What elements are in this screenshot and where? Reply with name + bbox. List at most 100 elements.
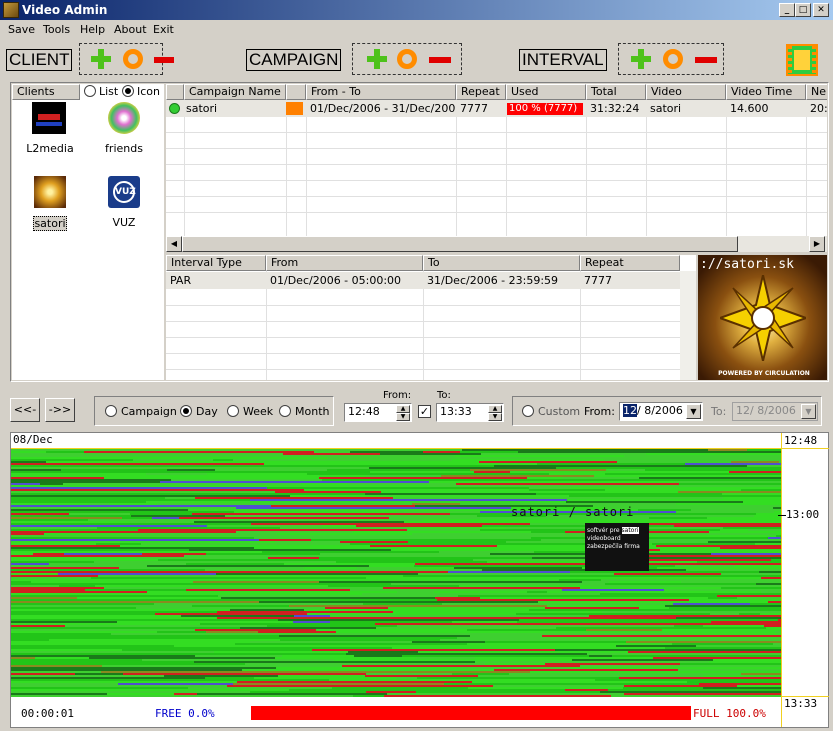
col-total[interactable]: Total	[586, 84, 646, 100]
table-row[interactable]: satori 01/Dec/2006 - 31/Dec/2006 7777 10…	[166, 100, 827, 117]
timeline-stripe	[11, 613, 155, 615]
col-video-time[interactable]: Video Time	[726, 84, 806, 100]
custom-range-radio[interactable]	[522, 405, 534, 417]
timeline-stripe	[506, 633, 669, 635]
table-row[interactable]: PAR 01/Dec/2006 - 05:00:00 31/Dec/2006 -…	[166, 272, 680, 289]
timeline-stripe	[11, 607, 136, 609]
timeline-stripe	[69, 681, 237, 683]
clip-thumbnail[interactable]: softvér pre satori videoboard zabezpečil…	[585, 523, 649, 571]
week-mode-radio[interactable]	[227, 405, 239, 417]
col-campaign-name[interactable]: Campaign Name	[184, 84, 286, 100]
client-friends-icon[interactable]	[108, 102, 140, 134]
scroll-left-icon[interactable]: ◀	[166, 236, 182, 252]
timeline-stripe	[11, 563, 49, 565]
menu-about[interactable]: About	[114, 23, 147, 36]
video-preview: ://satori.sk POWERED BY CIRCULATION	[698, 255, 827, 380]
timeline-stripe	[417, 677, 619, 679]
minimize-button[interactable]: _	[779, 3, 795, 17]
edit-client-button[interactable]	[123, 49, 143, 69]
col-used[interactable]: Used	[506, 84, 586, 100]
custom-from-date-input[interactable]: 12/ 8/2006 ▼	[619, 402, 703, 421]
col-repeat[interactable]: Repeat	[456, 84, 506, 100]
interval-scroll-track[interactable]	[680, 271, 696, 380]
timeline-stripe	[351, 523, 530, 525]
scroll-thumb[interactable]	[182, 236, 738, 252]
time-from-down-icon[interactable]: ▼	[396, 413, 410, 421]
menu-tools[interactable]: Tools	[43, 23, 70, 36]
client-label[interactable]: VUZ	[96, 216, 152, 229]
timeline-stripe	[101, 671, 344, 673]
timeline-stripe	[264, 463, 537, 465]
scroll-right-icon[interactable]: ▶	[809, 236, 825, 252]
icon-view-radio[interactable]	[122, 85, 134, 97]
time-to-down-icon[interactable]: ▼	[488, 413, 502, 421]
add-interval-button[interactable]	[630, 48, 652, 70]
menu-exit[interactable]: Exit	[153, 23, 174, 36]
next-button[interactable]: ->>	[45, 398, 75, 422]
timeline-stripe	[570, 571, 759, 573]
month-mode-radio[interactable]	[279, 405, 291, 417]
col-video[interactable]: Video	[646, 84, 726, 100]
col-interval-type[interactable]: Interval Type	[166, 255, 266, 271]
campaign-scrollbar[interactable]: ◀ ▶	[166, 236, 827, 252]
close-button[interactable]: ✕	[813, 3, 829, 17]
time-to-checkbox[interactable]: ✓	[418, 405, 431, 418]
menu-save[interactable]: Save	[8, 23, 35, 36]
client-satori-icon[interactable]	[34, 176, 66, 208]
timeline-stripe	[109, 503, 157, 505]
timeline-stripe	[186, 449, 462, 451]
timeline-stripe	[118, 683, 233, 685]
timeline-stripe	[77, 597, 221, 599]
remove-client-button[interactable]	[154, 57, 174, 63]
custom-to-dropdown-icon[interactable]: ▼	[801, 404, 816, 419]
timeline-stripe	[674, 625, 703, 627]
time-to-up-icon[interactable]: ▲	[488, 405, 502, 413]
timeline-stripe	[237, 681, 472, 683]
time-from-up-icon[interactable]: ▲	[396, 405, 410, 413]
timeline-stripe	[233, 459, 452, 461]
col-interval-repeat[interactable]: Repeat	[580, 255, 680, 271]
campaign-mode-radio[interactable]	[105, 405, 117, 417]
timeline-stripe	[11, 513, 69, 515]
client-l2media-icon[interactable]	[32, 102, 66, 134]
client-label-selected[interactable]: satori	[33, 216, 67, 231]
client-label[interactable]: L2media	[22, 142, 78, 155]
timeline-chart[interactable]: satori / satori softvér pre satori video…	[11, 449, 781, 697]
remove-campaign-button[interactable]	[429, 57, 451, 63]
maximize-button[interactable]: □	[795, 3, 811, 17]
custom-from-dropdown-icon[interactable]: ▼	[686, 404, 701, 419]
time-to-input[interactable]: 13:33 ▲ ▼	[436, 403, 504, 422]
col-status[interactable]	[166, 84, 184, 100]
time-from-input[interactable]: 12:48 ▲ ▼	[344, 403, 412, 422]
col-from-to[interactable]: From - To	[306, 84, 456, 100]
day-mode-radio[interactable]	[180, 405, 192, 417]
timeline-stripe	[669, 633, 781, 635]
edit-campaign-button[interactable]	[397, 49, 417, 69]
timeline-stripe	[138, 529, 407, 531]
timeline-stripe	[11, 585, 59, 587]
remove-interval-button[interactable]	[695, 57, 717, 63]
col-color[interactable]	[286, 84, 306, 100]
client-vuz-icon[interactable]: VUZ	[108, 176, 140, 208]
timeline-stripe	[236, 531, 353, 533]
timeline-stripe	[11, 465, 233, 467]
add-campaign-button[interactable]	[366, 48, 388, 70]
film-icon[interactable]	[786, 44, 818, 76]
prev-button[interactable]: <<-	[10, 398, 40, 422]
custom-to-date-input[interactable]: 12/ 8/2006 ▼	[732, 402, 818, 421]
timeline-stripe	[144, 599, 165, 601]
col-interval-from[interactable]: From	[266, 255, 423, 271]
edit-interval-button[interactable]	[663, 49, 683, 69]
add-client-button[interactable]	[90, 48, 112, 70]
list-view-radio[interactable]	[84, 85, 96, 97]
client-label[interactable]: friends	[96, 142, 152, 155]
timeline-stripe	[85, 589, 186, 591]
timeline-stripe	[365, 493, 536, 495]
timeline-stripe	[206, 631, 258, 633]
col-next[interactable]: Ne	[806, 84, 827, 100]
timeline-panel: 08/Dec satori / satori softvér pre sator…	[10, 432, 829, 728]
menu-help[interactable]: Help	[80, 23, 105, 36]
timeline-stripe	[11, 481, 160, 483]
col-interval-to[interactable]: To	[423, 255, 580, 271]
timeline-stripe	[348, 613, 516, 615]
